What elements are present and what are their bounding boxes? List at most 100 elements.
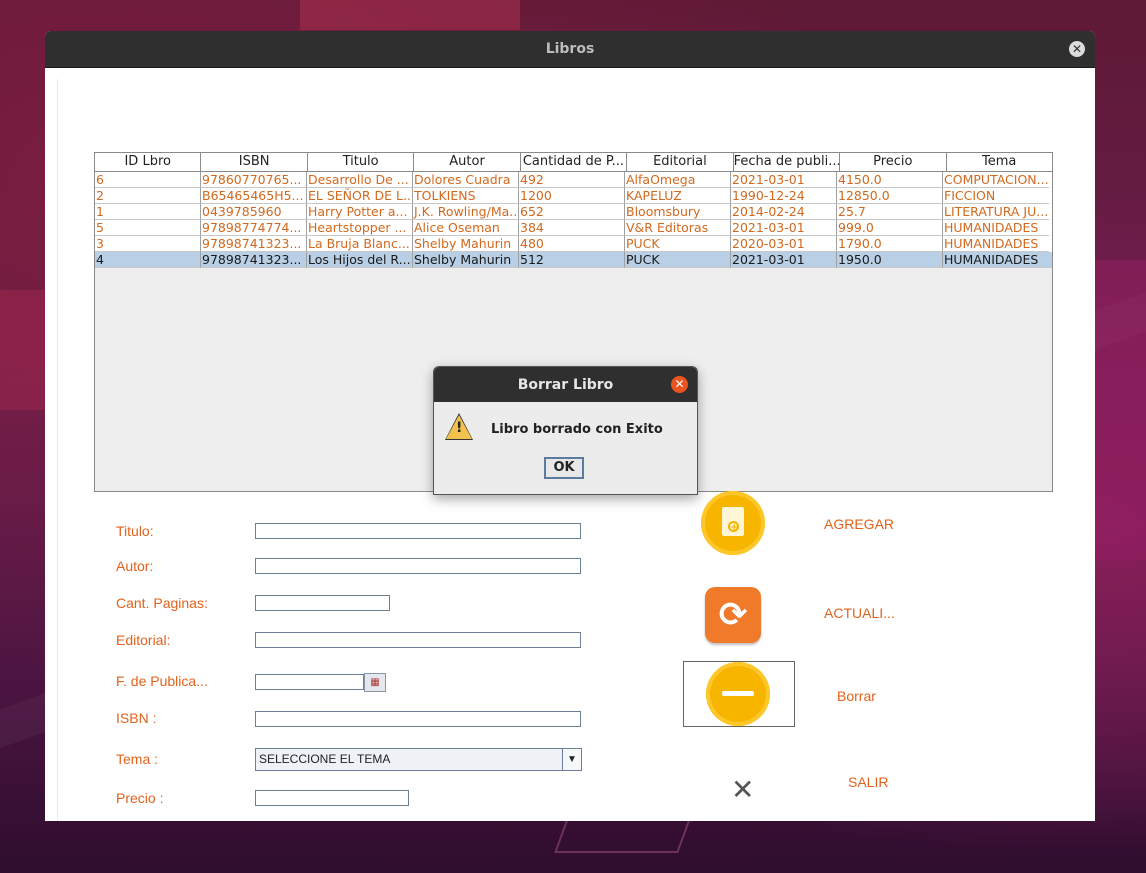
salir-close-icon[interactable]: ✕ bbox=[731, 773, 754, 806]
editorial-input[interactable] bbox=[255, 632, 581, 648]
table-cell[interactable]: 2021-03-01 bbox=[731, 172, 837, 188]
table-cell[interactable]: 3 bbox=[95, 236, 201, 252]
table-cell[interactable]: 97860770765... bbox=[201, 172, 307, 188]
table-cell[interactable]: 12850.0 bbox=[837, 188, 943, 204]
table-cell[interactable]: 2021-03-01 bbox=[731, 220, 837, 236]
borrar-label[interactable]: Borrar bbox=[837, 688, 876, 704]
table-cell[interactable]: AlfaOmega bbox=[625, 172, 731, 188]
table-cell[interactable]: V&R Editoras bbox=[625, 220, 731, 236]
table-cell[interactable]: COMPUTACION... bbox=[943, 172, 1049, 188]
calendar-icon[interactable]: ▦ bbox=[364, 673, 386, 692]
table-cell[interactable]: 97898774774... bbox=[201, 220, 307, 236]
actualizar-button[interactable]: ⟳ bbox=[705, 587, 761, 643]
chevron-down-icon[interactable]: ▼ bbox=[562, 749, 581, 770]
table-cell[interactable]: Los Hijos del R... bbox=[307, 252, 413, 268]
table-cell[interactable]: 999.0 bbox=[837, 220, 943, 236]
agregar-button[interactable]: + bbox=[701, 491, 765, 555]
fecha-publicacion-input[interactable] bbox=[255, 674, 364, 690]
table-cell[interactable]: HUMANIDADES bbox=[943, 252, 1049, 268]
table-cell[interactable]: 97898741323... bbox=[201, 252, 307, 268]
table-cell[interactable]: Dolores Cuadra bbox=[413, 172, 519, 188]
borrar-button[interactable] bbox=[683, 661, 795, 727]
window-close-icon[interactable]: ✕ bbox=[1069, 41, 1085, 57]
table-row[interactable]: 4 97898741323... Los Hijos del R... Shelby … bbox=[95, 252, 1052, 268]
table-cell[interactable]: FICCION bbox=[943, 188, 1049, 204]
table-cell[interactable]: 512 bbox=[519, 252, 625, 268]
table-cell[interactable]: Heartstopper ... bbox=[307, 220, 413, 236]
table-cell[interactable]: Harry Potter a... bbox=[307, 204, 413, 220]
dialog-close-icon[interactable]: ✕ bbox=[671, 376, 688, 393]
table-row[interactable]: 6 97860770765... Desarrollo De ... Dolores … bbox=[95, 172, 1052, 188]
salir-label[interactable]: SALIR bbox=[848, 774, 888, 790]
table-cell[interactable]: 1950.0 bbox=[837, 252, 943, 268]
autor-input[interactable] bbox=[255, 558, 581, 574]
table-cell[interactable]: 4 bbox=[95, 252, 201, 268]
table-row[interactable]: 1 0439785960 Harry Potter a... J.K. Rowling… bbox=[95, 204, 1052, 220]
window-titlebar[interactable]: Libros ✕ bbox=[45, 31, 1095, 68]
editorial-label: Editorial: bbox=[116, 632, 171, 648]
col-header[interactable]: Fecha de publi... bbox=[734, 153, 841, 171]
agregar-label[interactable]: AGREGAR bbox=[824, 516, 894, 532]
table-cell[interactable]: J.K. Rowling/Ma... bbox=[413, 204, 519, 220]
table-cell[interactable]: 4150.0 bbox=[837, 172, 943, 188]
table-cell[interactable]: 2014-02-24 bbox=[731, 204, 837, 220]
table-cell[interactable]: HUMANIDADES bbox=[943, 236, 1049, 252]
table-cell[interactable]: 492 bbox=[519, 172, 625, 188]
table-cell[interactable]: 6 bbox=[95, 172, 201, 188]
wallpaper-shape bbox=[0, 290, 45, 410]
table-cell[interactable]: 2 bbox=[95, 188, 201, 204]
ok-button[interactable]: OK bbox=[544, 457, 584, 479]
table-cell[interactable]: PUCK bbox=[625, 236, 731, 252]
table-cell[interactable]: PUCK bbox=[625, 252, 731, 268]
table-cell[interactable]: Bloomsbury bbox=[625, 204, 731, 220]
col-header[interactable]: ID Lbro bbox=[95, 153, 202, 171]
table-cell[interactable]: 5 bbox=[95, 220, 201, 236]
table-cell[interactable]: 25.7 bbox=[837, 204, 943, 220]
precio-input[interactable] bbox=[255, 790, 409, 806]
table-cell[interactable]: 384 bbox=[519, 220, 625, 236]
isbn-input[interactable] bbox=[255, 711, 581, 727]
table-cell[interactable]: KAPELUZ bbox=[625, 188, 731, 204]
table-header: ID Lbro ISBN Titulo Autor Cantidad de P.… bbox=[95, 153, 1052, 172]
table-cell[interactable]: HUMANIDADES bbox=[943, 220, 1049, 236]
table-cell[interactable]: Shelby Mahurin bbox=[413, 236, 519, 252]
table-row[interactable]: 5 97898774774... Heartstopper ... Alice Ose… bbox=[95, 220, 1052, 236]
col-header[interactable]: Autor bbox=[414, 153, 521, 171]
add-document-icon: + bbox=[722, 507, 744, 536]
col-header[interactable]: Tema bbox=[947, 153, 1052, 171]
col-header[interactable]: Precio bbox=[840, 153, 947, 171]
table-cell[interactable]: 2020-03-01 bbox=[731, 236, 837, 252]
table-cell[interactable]: 0439785960 bbox=[201, 204, 307, 220]
table-cell[interactable]: 2021-03-01 bbox=[731, 252, 837, 268]
window-title: Libros bbox=[545, 41, 595, 57]
table-cell[interactable]: La Bruja Blanc... bbox=[307, 236, 413, 252]
titulo-input[interactable] bbox=[255, 523, 581, 539]
col-header[interactable]: Titulo bbox=[308, 153, 415, 171]
table-row[interactable]: 2 B65465465H5... EL SEÑOR DE L... TOLKIENS 1… bbox=[95, 188, 1052, 204]
table-cell[interactable]: 97898741323... bbox=[201, 236, 307, 252]
table-cell[interactable]: Shelby Mahurin bbox=[413, 252, 519, 268]
table-row[interactable]: 3 97898741323... La Bruja Blanc... Shelby M… bbox=[95, 236, 1052, 252]
table-cell[interactable]: 1790.0 bbox=[837, 236, 943, 252]
table-cell[interactable]: TOLKIENS bbox=[413, 188, 519, 204]
table-cell[interactable]: 480 bbox=[519, 236, 625, 252]
isbn-label: ISBN : bbox=[116, 710, 157, 726]
dialog-titlebar[interactable]: Borrar Libro ✕ bbox=[434, 367, 697, 402]
table-cell[interactable]: 1 bbox=[95, 204, 201, 220]
col-header[interactable]: Editorial bbox=[627, 153, 734, 171]
table-cell[interactable]: Desarrollo De ... bbox=[307, 172, 413, 188]
col-header[interactable]: ISBN bbox=[201, 153, 308, 171]
table-cell[interactable]: Alice Oseman bbox=[413, 220, 519, 236]
minus-icon bbox=[706, 662, 770, 726]
table-cell[interactable]: EL SEÑOR DE L... bbox=[307, 188, 413, 204]
col-header[interactable]: Cantidad de P... bbox=[521, 153, 628, 171]
table-cell[interactable]: 1200 bbox=[519, 188, 625, 204]
table-cell[interactable]: 1990-12-24 bbox=[731, 188, 837, 204]
table-cell[interactable]: LITERATURA JU... bbox=[943, 204, 1049, 220]
table-cell[interactable]: B65465465H5... bbox=[201, 188, 307, 204]
tema-select[interactable]: SELECCIONE EL TEMA ▼ bbox=[255, 748, 582, 771]
dialog-message: Libro borrado con Exito bbox=[491, 422, 663, 437]
cant-paginas-input[interactable] bbox=[255, 595, 390, 611]
table-cell[interactable]: 652 bbox=[519, 204, 625, 220]
actualizar-label[interactable]: ACTUALI... bbox=[824, 605, 895, 621]
